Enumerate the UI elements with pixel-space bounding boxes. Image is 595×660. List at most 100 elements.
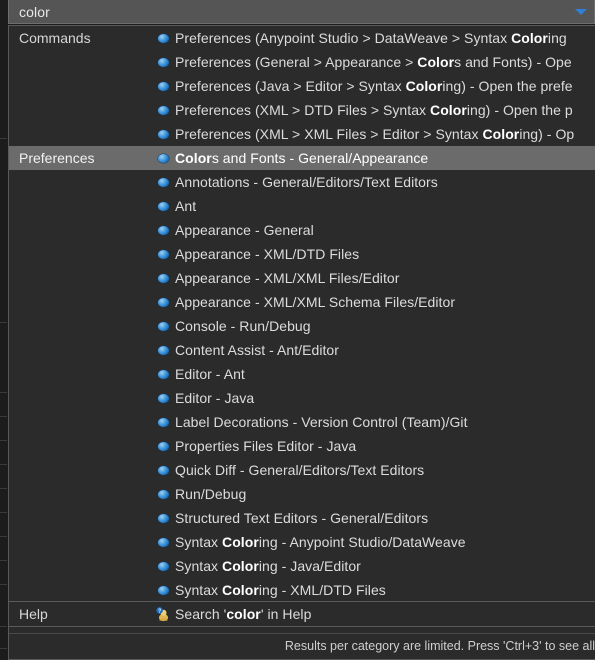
blue-sphere-icon [157,345,169,355]
blue-sphere-icon [157,297,169,307]
label-prefix: Syntax [175,582,223,598]
label-prefix: Appearance - General [175,222,314,238]
result-row[interactable]: Syntax Coloring - Java/Editor [9,554,595,578]
result-row[interactable]: Appearance - XML/XML Schema Files/Editor [9,290,595,314]
label-match-highlight: Color [222,534,259,550]
blue-sphere-icon [157,201,169,211]
quick-access-popup: Commands Preferences (Anypoint Studio > D… [0,0,595,660]
label-prefix: Structured Text Editors - General/Editor… [175,510,429,526]
blue-sphere-icon [157,105,169,115]
label-match-highlight: Color [417,54,455,70]
result-row[interactable]: Syntax Coloring - XML/DTD Files [9,578,595,602]
result-row[interactable]: Quick Diff - General/Editors/Text Editor… [9,458,595,482]
result-row[interactable]: Commands Preferences (Anypoint Studio > D… [9,26,595,50]
blue-sphere-icon [157,513,169,523]
row-icon-cell [151,225,175,235]
label-match-highlight: Color [430,102,467,118]
result-row[interactable]: Ant [9,194,595,218]
result-row[interactable]: Content Assist - Ant/Editor [9,338,595,362]
result-row[interactable]: Preferences (Java > Editor > Syntax Colo… [9,74,595,98]
label-prefix: Editor - Java [175,390,255,406]
search-dropdown-button[interactable] [568,1,594,23]
result-label: Appearance - XML/DTD Files [175,246,595,262]
result-row[interactable]: Properties Files Editor - Java [9,434,595,458]
label-prefix: Label Decorations - Version Control (Tea… [175,414,468,430]
svg-text:?: ? [158,608,161,614]
row-icon-cell [151,81,175,91]
blue-sphere-icon [157,417,169,427]
result-label: Editor - Ant [175,366,595,382]
result-row-selected[interactable]: Preferences Colors and Fonts - General/Ap… [9,146,595,170]
result-row[interactable]: Appearance - General [9,218,595,242]
result-label: Appearance - General [175,222,595,238]
blue-sphere-icon [157,225,169,235]
category-label: Help [19,606,48,622]
result-row[interactable]: Appearance - XML/XML Files/Editor [9,266,595,290]
result-label: Syntax Coloring - Java/Editor [175,558,595,574]
result-label: Preferences (General > Appearance > Colo… [175,54,595,70]
search-input[interactable] [9,0,568,23]
quick-access-search-bar[interactable] [8,0,595,24]
label-prefix: Console - Run/Debug [175,318,311,334]
result-label: Preferences (Java > Editor > Syntax Colo… [175,78,595,94]
result-row[interactable]: Preferences (XML > DTD Files > Syntax Co… [9,98,595,122]
label-prefix: Preferences (XML > DTD Files > Syntax [175,102,431,118]
result-label: Colors and Fonts - General/Appearance [175,150,595,166]
result-label: Search 'color' in Help [175,606,595,622]
result-row[interactable]: Preferences (XML > XML Files > Editor > … [9,122,595,146]
label-suffix: ing - Anypoint Studio/DataWeave [258,534,466,550]
blue-sphere-icon [157,537,169,547]
label-prefix: Appearance - XML/XML Schema Files/Editor [175,294,456,310]
result-row[interactable]: Structured Text Editors - General/Editor… [9,506,595,530]
label-suffix: ing - Java/Editor [258,558,361,574]
blue-sphere-icon [157,153,169,163]
result-label: Editor - Java [175,390,595,406]
blue-sphere-icon [157,273,169,283]
result-row[interactable]: Annotations - General/Editors/Text Edito… [9,170,595,194]
blue-sphere-icon [157,465,169,475]
result-row[interactable]: Console - Run/Debug [9,314,595,338]
row-icon-cell [151,273,175,283]
blue-sphere-icon [157,249,169,259]
result-row[interactable]: Appearance - XML/DTD Files [9,242,595,266]
category-label: Preferences [19,150,95,166]
label-prefix: Appearance - XML/DTD Files [175,246,360,262]
label-match-highlight: Color [511,30,548,46]
result-row[interactable]: Editor - Ant [9,362,595,386]
result-label: Appearance - XML/XML Schema Files/Editor [175,294,595,310]
label-prefix: Ant [175,198,197,214]
blue-sphere-icon [157,129,169,139]
label-match-highlight: Color [222,558,259,574]
row-icon-cell: ? [151,606,175,622]
result-label: Appearance - XML/XML Files/Editor [175,270,595,286]
label-prefix: Appearance - XML/XML Files/Editor [175,270,400,286]
result-label: Properties Files Editor - Java [175,438,595,454]
result-label: Syntax Coloring - Anypoint Studio/DataWe… [175,534,595,550]
row-icon-cell [151,585,175,595]
label-suffix: s and Fonts) - Ope [454,54,572,70]
label-suffix: ing) - Op [519,126,575,142]
result-row[interactable]: Label Decorations - Version Control (Tea… [9,410,595,434]
row-icon-cell [151,321,175,331]
label-prefix: Quick Diff - General/Editors/Text Editor… [175,462,425,478]
label-match-highlight: Color [222,582,259,598]
result-row[interactable]: Help? Search 'color' in Help [9,602,595,626]
help-section[interactable]: Help? Search 'color' in Help [9,602,595,626]
label-prefix: Properties Files Editor - Java [175,438,357,454]
label-prefix: Run/Debug [175,486,247,502]
result-row[interactable]: Run/Debug [9,482,595,506]
result-label: Preferences (XML > XML Files > Editor > … [175,126,595,142]
label-match-highlight: Color [175,150,212,166]
row-icon-cell [151,57,175,67]
result-row[interactable]: Syntax Coloring - Anypoint Studio/DataWe… [9,530,595,554]
results-list[interactable]: Commands Preferences (Anypoint Studio > D… [9,26,595,602]
result-label: Ant [175,198,595,214]
result-label: Run/Debug [175,486,595,502]
label-prefix: Syntax [175,534,223,550]
result-row[interactable]: Preferences (General > Appearance > Colo… [9,50,595,74]
label-prefix: Syntax [175,558,223,574]
result-label: Preferences (Anypoint Studio > DataWeave… [175,30,595,46]
label-prefix: Preferences (Anypoint Studio > DataWeave… [175,30,512,46]
result-row[interactable]: Editor - Java [9,386,595,410]
row-icon-cell [151,417,175,427]
